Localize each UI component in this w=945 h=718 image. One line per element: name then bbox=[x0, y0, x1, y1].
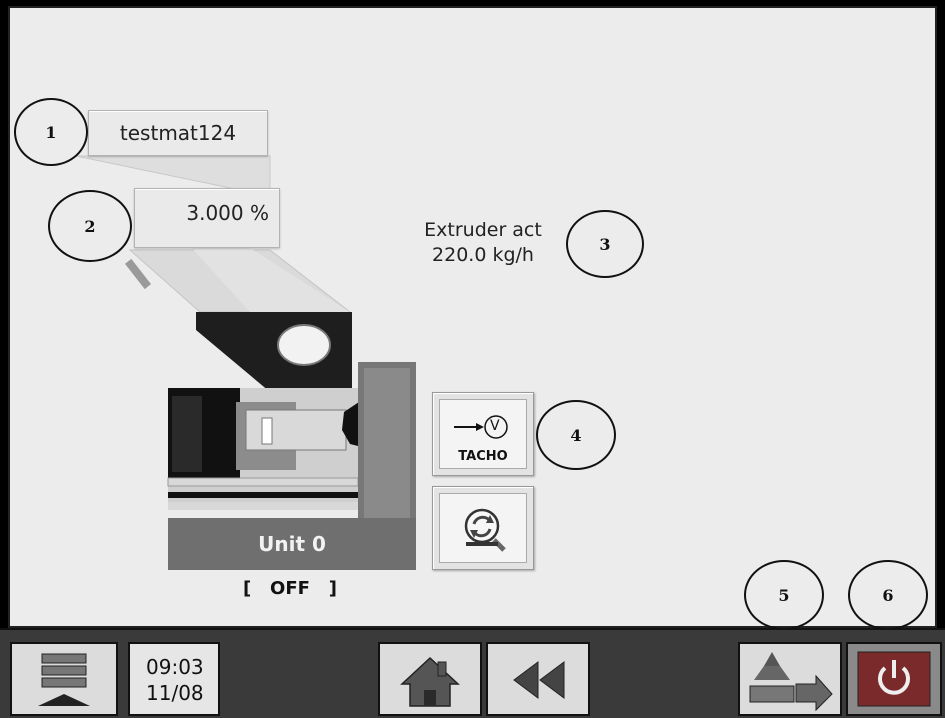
refresh-button-face bbox=[439, 493, 527, 563]
dosing-percent: 3.000 % bbox=[186, 201, 269, 225]
menu-list-icon bbox=[38, 653, 90, 706]
extruder-readout: Extruder act 220.0 kg/h bbox=[398, 218, 568, 268]
home-icon bbox=[400, 656, 460, 707]
refresh-search-icon bbox=[464, 508, 506, 552]
unit-name: Unit 0 bbox=[258, 532, 326, 556]
extruder-label: Extruder act bbox=[424, 219, 542, 241]
menu-button[interactable] bbox=[10, 642, 118, 716]
refresh-search-button[interactable] bbox=[432, 486, 534, 570]
tacho-symbol: V bbox=[490, 418, 500, 434]
dosing-percent-field[interactable]: 3.000 % bbox=[134, 188, 280, 248]
callout-1: 1 bbox=[14, 98, 88, 166]
extruder-value: 220.0 kg/h bbox=[432, 244, 534, 266]
taskbar: 09:03 11/08 bbox=[0, 628, 945, 718]
callout-2: 2 bbox=[48, 190, 132, 262]
power-button[interactable] bbox=[846, 642, 942, 716]
tacho-button[interactable]: V TACHO bbox=[432, 392, 534, 476]
callout-6: 6 bbox=[848, 560, 928, 630]
callout-3: 3 bbox=[566, 210, 644, 278]
tacho-button-face: V TACHO bbox=[439, 399, 527, 469]
material-transfer-icon bbox=[749, 652, 833, 712]
tacho-label: TACHO bbox=[458, 449, 508, 464]
clock-time: 09:03 bbox=[146, 655, 204, 679]
material-transfer-button[interactable] bbox=[738, 642, 842, 716]
unit-status: [ OFF ] bbox=[243, 578, 337, 599]
material-name: testmat124 bbox=[119, 121, 237, 145]
callout-4: 4 bbox=[536, 400, 616, 470]
material-name-field[interactable]: testmat124 bbox=[88, 110, 268, 156]
back-button[interactable] bbox=[486, 642, 590, 716]
home-button[interactable] bbox=[378, 642, 482, 716]
callout-5: 5 bbox=[744, 560, 824, 630]
unit-name-bar[interactable]: Unit 0 bbox=[168, 518, 416, 570]
clock-date: 11/08 bbox=[146, 681, 204, 705]
rewind-icon bbox=[513, 661, 565, 699]
clock-display: 09:03 11/08 bbox=[128, 642, 220, 716]
hmi-screen: testmat124 3.000 % Extruder act 220.0 kg… bbox=[0, 0, 945, 718]
power-icon bbox=[857, 651, 931, 707]
